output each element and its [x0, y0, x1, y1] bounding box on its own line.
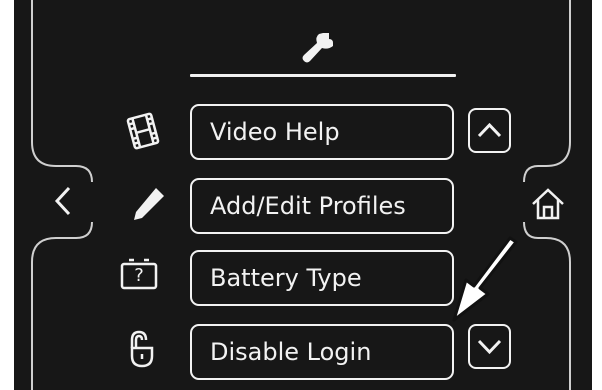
chevron-down-icon [477, 339, 502, 355]
menu-item-add-edit-profiles[interactable]: Add/Edit Profiles [190, 178, 454, 234]
header-divider [190, 74, 456, 77]
home-icon [532, 188, 564, 220]
film-icon [126, 112, 160, 150]
lock-icon [130, 330, 154, 368]
settings-screen: Video Help Add/Edit Profiles ? Battery T… [14, 0, 592, 390]
scroll-down-button[interactable] [468, 324, 511, 369]
menu-item-battery-type[interactable]: Battery Type [190, 250, 454, 306]
back-button[interactable] [42, 170, 88, 234]
chevron-left-icon [54, 186, 71, 216]
pencil-icon [134, 185, 167, 220]
wrench-icon [302, 33, 333, 63]
battery-question-mark: ? [134, 265, 144, 286]
home-button[interactable] [528, 184, 568, 224]
callout-arrow [452, 236, 518, 322]
menu-item-disable-login[interactable]: Disable Login [190, 324, 454, 380]
scroll-up-button[interactable] [468, 108, 511, 153]
chevron-up-icon [477, 122, 502, 138]
menu-item-video-help[interactable]: Video Help [190, 104, 454, 160]
